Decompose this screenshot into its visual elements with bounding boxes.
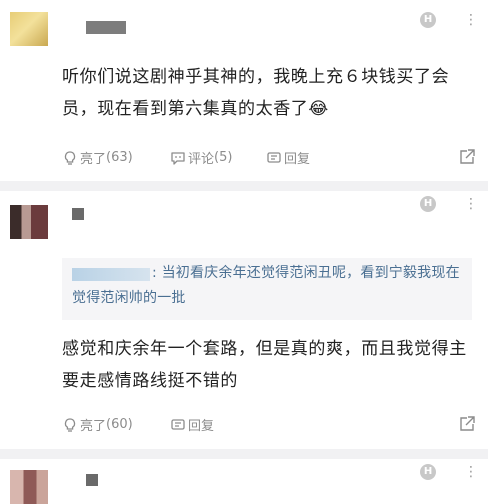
reply-icon xyxy=(267,151,281,163)
comment-label: 评论 xyxy=(188,152,215,167)
username-blurred[interactable] xyxy=(72,208,84,220)
avatar[interactable] xyxy=(10,470,48,504)
badge-icon[interactable]: H xyxy=(420,196,436,212)
reply-button[interactable]: 回复 xyxy=(170,415,214,434)
like-button[interactable]: 亮了 (60) xyxy=(62,415,133,434)
divider xyxy=(0,449,488,459)
like-count: (60) xyxy=(106,417,133,432)
like-label: 亮了 xyxy=(80,152,107,167)
comment-text: 感觉和庆余年一个套路，但是真的爽，而且我觉得主要走感情路线挺不错的 xyxy=(62,339,467,391)
comment-icon xyxy=(171,151,185,165)
comment-text: 听你们说这剧神乎其神的，我晚上充６块钱买了会员，现在看到第六集真的太香了😂 xyxy=(62,67,450,119)
quoted-comment[interactable]: : 当初看庆余年还觉得范闲丑呢，看到宁毅我现在觉得范闲帅的一批 xyxy=(62,258,472,320)
share-icon[interactable] xyxy=(458,148,476,166)
badge-icon[interactable]: H xyxy=(420,464,436,480)
quoted-comment-text: : 当初看庆余年还觉得范闲丑呢，看到宁毅我现在觉得范闲帅的一批 xyxy=(72,265,460,306)
reply-icon xyxy=(171,418,185,430)
username-blurred[interactable] xyxy=(86,21,126,34)
comment-item: H ⋮ 听你们说这剧神乎其神的，我晚上充６块钱买了会员，现在看到第六集真的太香了… xyxy=(0,0,488,180)
lightbulb-icon xyxy=(64,150,76,165)
reply-label: 回复 xyxy=(188,419,215,434)
comment-button[interactable]: 评论 (5) xyxy=(170,148,232,167)
more-options-icon[interactable]: ⋮ xyxy=(464,197,478,211)
more-options-icon[interactable]: ⋮ xyxy=(464,465,478,479)
avatar[interactable] xyxy=(10,12,48,46)
like-count: (63) xyxy=(106,150,133,165)
avatar[interactable] xyxy=(10,205,48,239)
comment-actions: 亮了 (60) 回复 xyxy=(62,415,476,435)
more-options-icon[interactable]: ⋮ xyxy=(464,13,478,27)
comment-count: (5) xyxy=(214,150,233,165)
like-button[interactable]: 亮了 (63) xyxy=(62,148,133,167)
share-icon[interactable] xyxy=(458,415,476,433)
badge-icon[interactable]: H xyxy=(420,12,436,28)
divider xyxy=(0,181,488,191)
lightbulb-icon xyxy=(64,417,76,432)
username-blurred[interactable] xyxy=(86,474,98,486)
reply-label: 回复 xyxy=(284,152,311,167)
reply-button[interactable]: 回复 xyxy=(266,148,310,167)
like-label: 亮了 xyxy=(80,419,107,434)
comment-actions: 亮了 (63) 评论 (5) 回复 xyxy=(62,148,476,168)
